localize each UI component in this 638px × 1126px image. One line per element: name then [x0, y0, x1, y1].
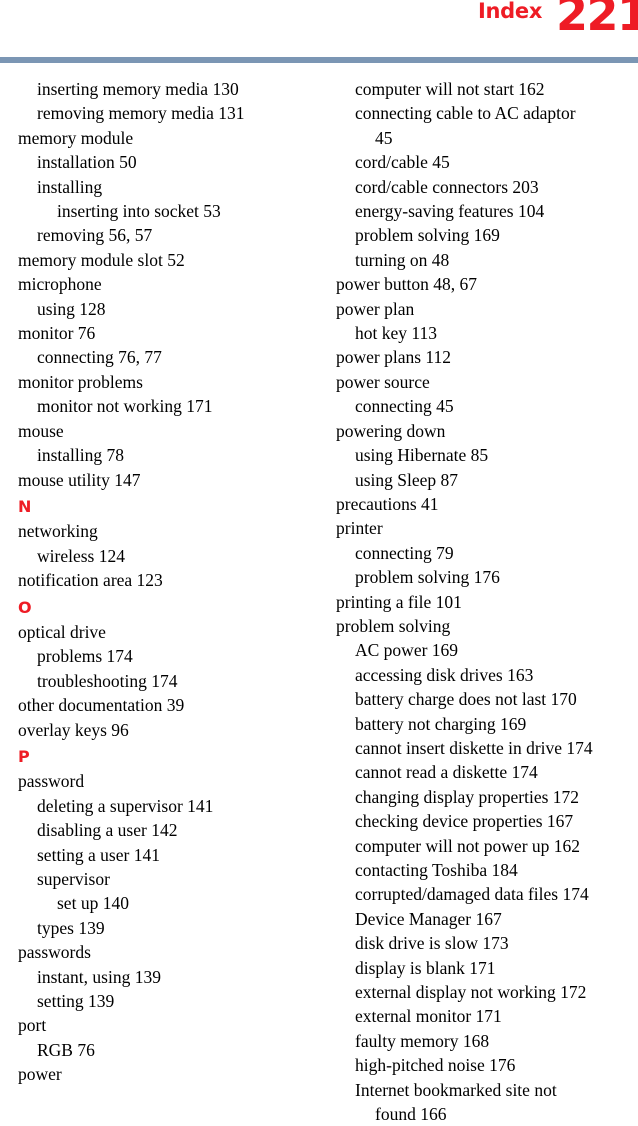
index-entry[interactable]: connecting cable to AC adaptor: [336, 101, 638, 125]
index-entry[interactable]: disabling a user 142: [18, 818, 318, 842]
index-entry[interactable]: problem solving: [336, 614, 638, 638]
index-entry[interactable]: power plans 112: [336, 345, 638, 369]
index-entry[interactable]: overlay keys 96: [18, 718, 318, 742]
index-entry[interactable]: power button 48, 67: [336, 272, 638, 296]
index-entry[interactable]: cord/cable 45: [336, 150, 638, 174]
index-entry[interactable]: printer: [336, 516, 638, 540]
index-entry[interactable]: using 128: [18, 297, 318, 321]
index-entry[interactable]: problem solving 169: [336, 223, 638, 247]
index-entry[interactable]: high-pitched noise 176: [336, 1053, 638, 1077]
section-letter-p: P: [18, 746, 30, 766]
index-entry[interactable]: cord/cable connectors 203: [336, 175, 638, 199]
index-entry[interactable]: port: [18, 1013, 318, 1037]
index-entry[interactable]: battery not charging 169: [336, 712, 638, 736]
index-entry[interactable]: removing 56, 57: [18, 223, 318, 247]
index-entry[interactable]: printing a file 101: [336, 590, 638, 614]
index-entry[interactable]: hot key 113: [336, 321, 638, 345]
index-entry[interactable]: disk drive is slow 173: [336, 931, 638, 955]
index-entry[interactable]: setting 139: [18, 989, 318, 1013]
index-entry[interactable]: wireless 124: [18, 544, 318, 568]
index-entry[interactable]: using Hibernate 85: [336, 443, 638, 467]
index-entry[interactable]: microphone: [18, 272, 318, 296]
index-entry[interactable]: types 139: [18, 916, 318, 940]
index-entry[interactable]: setting a user 141: [18, 843, 318, 867]
index-entry[interactable]: computer will not start 162: [336, 77, 638, 101]
index-entry[interactable]: display is blank 171: [336, 956, 638, 980]
index-entry[interactable]: found 166: [336, 1102, 638, 1126]
index-entry[interactable]: power source: [336, 370, 638, 394]
index-entry[interactable]: inserting into socket 53: [18, 199, 318, 223]
index-entry[interactable]: accessing disk drives 163: [336, 663, 638, 687]
index-entry[interactable]: passwords: [18, 940, 318, 964]
index-entry[interactable]: installing: [18, 175, 318, 199]
index-entry[interactable]: precautions 41: [336, 492, 638, 516]
header-divider: [0, 57, 638, 63]
index-entry[interactable]: AC power 169: [336, 638, 638, 662]
index-entry[interactable]: connecting 45: [336, 394, 638, 418]
index-entry[interactable]: connecting 76, 77: [18, 345, 318, 369]
index-entry[interactable]: installation 50: [18, 150, 318, 174]
index-entry[interactable]: inserting memory media 130: [18, 77, 318, 101]
index-entry[interactable]: instant, using 139: [18, 965, 318, 989]
index-entry[interactable]: faulty memory 168: [336, 1029, 638, 1053]
page-header: Index 221: [0, 0, 638, 57]
index-entry[interactable]: power plan: [336, 297, 638, 321]
index-entry[interactable]: turning on 48: [336, 248, 638, 272]
index-entry[interactable]: removing memory media 131: [18, 101, 318, 125]
index-entry[interactable]: password: [18, 769, 318, 793]
index-entry[interactable]: notification area 123: [18, 568, 318, 592]
index-entry[interactable]: memory module slot 52: [18, 248, 318, 272]
index-entry[interactable]: Device Manager 167: [336, 907, 638, 931]
index-entry[interactable]: checking device properties 167: [336, 809, 638, 833]
index-entry[interactable]: using Sleep 87: [336, 468, 638, 492]
index-entry[interactable]: powering down: [336, 419, 638, 443]
index-entry[interactable]: memory module: [18, 126, 318, 150]
index-entry[interactable]: 45: [336, 126, 638, 150]
index-entry[interactable]: computer will not power up 162: [336, 834, 638, 858]
index-entry[interactable]: networking: [18, 519, 318, 543]
index-entry[interactable]: optical drive: [18, 620, 318, 644]
index-entry[interactable]: other documentation 39: [18, 693, 318, 717]
index-entry[interactable]: problems 174: [18, 644, 318, 668]
index-entry[interactable]: mouse utility 147: [18, 468, 318, 492]
index-entry[interactable]: Internet bookmarked site not: [336, 1078, 638, 1102]
index-entry[interactable]: troubleshooting 174: [18, 669, 318, 693]
index-entry[interactable]: external display not working 172: [336, 980, 638, 1004]
index-entry[interactable]: connecting 79: [336, 541, 638, 565]
index-entry[interactable]: monitor not working 171: [18, 394, 318, 418]
index-entry[interactable]: external monitor 171: [336, 1004, 638, 1028]
page-number: 221: [556, 0, 638, 41]
index-entry[interactable]: installing 78: [18, 443, 318, 467]
index-entry[interactable]: energy-saving features 104: [336, 199, 638, 223]
index-entry[interactable]: problem solving 176: [336, 565, 638, 589]
index-entry[interactable]: battery charge does not last 170: [336, 687, 638, 711]
index-entry[interactable]: cannot read a diskette 174: [336, 760, 638, 784]
section-letter-o: O: [18, 597, 32, 617]
section-letter-n: N: [18, 496, 32, 516]
page-title: Index: [478, 0, 543, 23]
index-column-right: computer will not start 162 connecting ca…: [336, 77, 638, 1126]
index-entry[interactable]: set up 140: [18, 891, 318, 915]
index-entry[interactable]: monitor 76: [18, 321, 318, 345]
index-entry[interactable]: corrupted/damaged data files 174: [336, 882, 638, 906]
index-entry[interactable]: cannot insert diskette in drive 174: [336, 736, 638, 760]
index-entry[interactable]: contacting Toshiba 184: [336, 858, 638, 882]
index-entry[interactable]: deleting a supervisor 141: [18, 794, 318, 818]
index-entry[interactable]: power: [18, 1062, 318, 1086]
index-entry[interactable]: mouse: [18, 419, 318, 443]
index-column-left: inserting memory media 130 removing memor…: [18, 77, 318, 1087]
index-entry[interactable]: monitor problems: [18, 370, 318, 394]
index-entry[interactable]: RGB 76: [18, 1038, 318, 1062]
index-entry[interactable]: supervisor: [18, 867, 318, 891]
index-entry[interactable]: changing display properties 172: [336, 785, 638, 809]
